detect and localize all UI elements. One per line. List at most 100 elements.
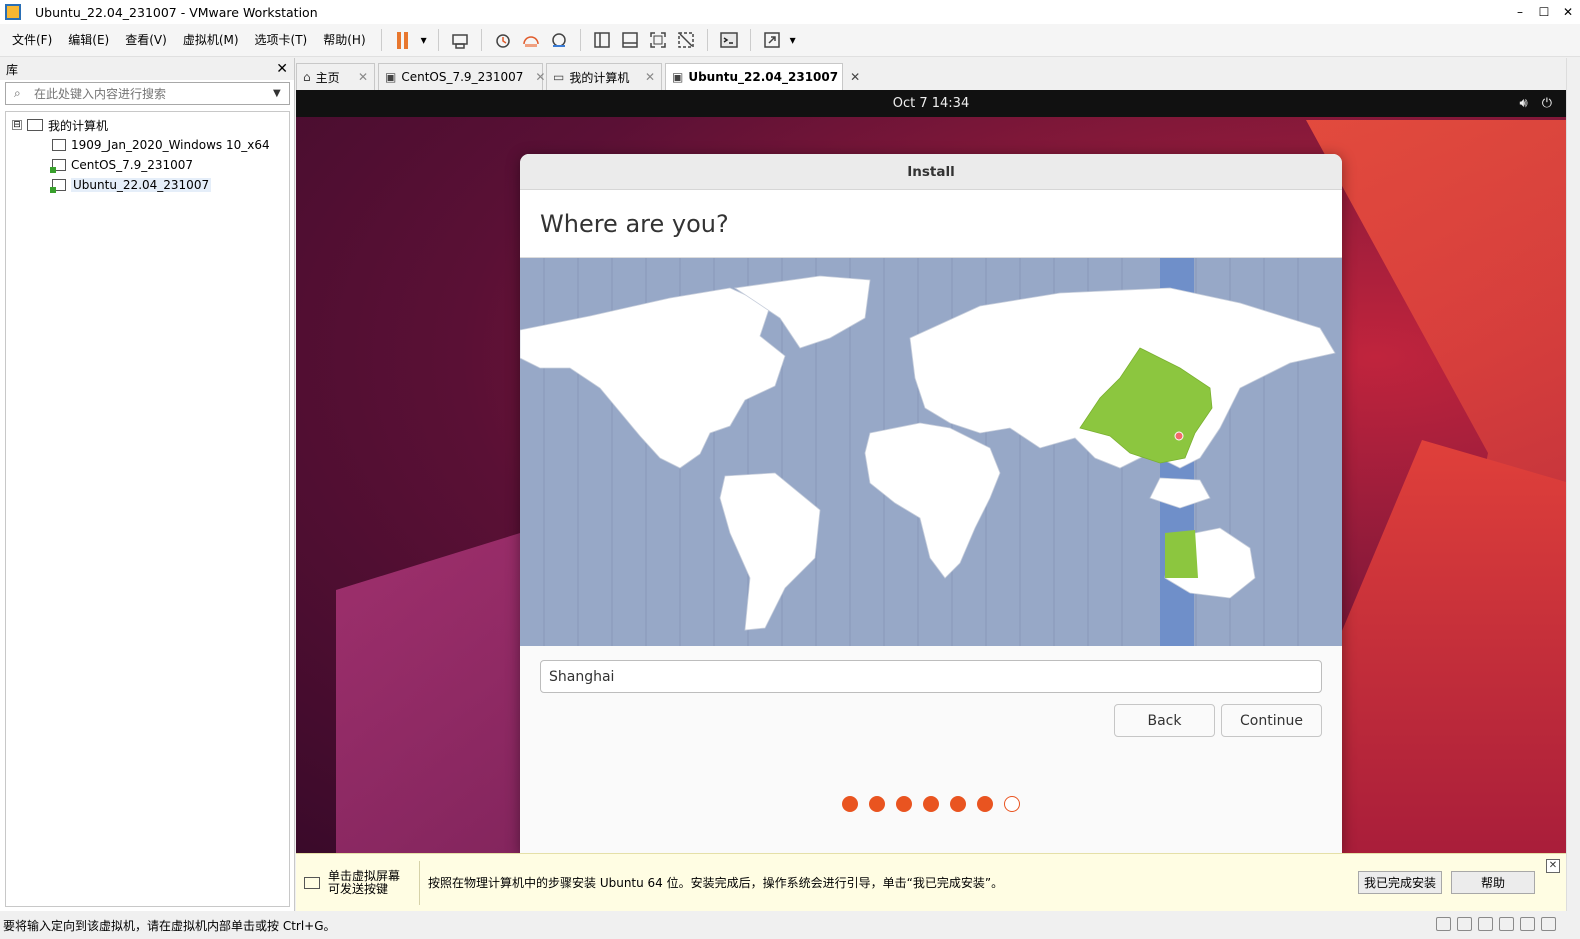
tab-close-icon[interactable]: ✕ [633,70,655,84]
toolbar-separator [706,29,708,51]
tree-item-label: Ubuntu_22.04_231007 [71,178,212,192]
network-adapter-icon[interactable] [1478,917,1493,931]
continue-button[interactable]: Continue [1221,704,1322,737]
snapshot-manager-button[interactable] [545,27,573,53]
tab-bar: ⌂ 主页 ✕ ▣ CentOS_7.9_231007 ✕ ▭ 我的计算机 ✕ ▣… [296,63,860,90]
installation-complete-button[interactable]: 我已完成安装 [1358,871,1442,894]
back-button[interactable]: Back [1114,704,1215,737]
stretch-icon [763,32,780,48]
collapse-icon[interactable]: ⊟ [12,120,22,130]
library-header: 库 ✕ [0,58,294,80]
vm-tree: ⊟ 我的计算机 1909_Jan_2020_Windows 10_x64 Cen… [5,111,290,907]
tab-label: Ubuntu_22.04_231007 [688,70,839,84]
library-title: 库 [6,62,19,77]
tab-ubuntu[interactable]: ▣ Ubuntu_22.04_231007 ✕ [665,63,860,90]
highlighted-timezone-region-australia [1165,530,1198,578]
menu-view[interactable]: 查看(V) [117,24,175,57]
computer-icon [27,119,43,131]
vm-tab-icon: ▣ [385,70,397,84]
tab-home[interactable]: ⌂ 主页 ✕ [296,63,375,90]
show-library-button[interactable] [588,27,616,53]
progress-dot-complete [950,796,966,812]
cd-drive-icon[interactable] [1457,917,1472,931]
gnome-clock[interactable]: Oct 7 14:34 [893,96,969,111]
stretch-dropdown-icon[interactable]: ▾ [786,27,800,53]
message-log-icon[interactable] [1541,917,1556,931]
gnome-top-bar: Oct 7 14:34 🔊︎ ⏻ [296,90,1566,117]
status-bar: 要将输入定向到该虚拟机，请在虚拟机内部单击或按 Ctrl+G。 [0,911,1580,939]
fullscreen-icon [649,32,666,48]
minimize-button[interactable]: – [1508,0,1532,24]
maximize-button[interactable]: ☐ [1532,0,1556,24]
stretch-guest-button[interactable] [758,27,786,53]
pause-button[interactable] [389,27,417,53]
click-to-send-keys[interactable]: 单击虚拟屏幕 可发送按键 [296,860,420,905]
progress-dot-complete [842,796,858,812]
unity-button[interactable] [672,27,700,53]
library-search-input[interactable] [34,86,273,101]
thumbnail-icon [621,32,638,48]
menu-file[interactable]: 文件(F) [0,24,60,57]
vertical-scrollbar[interactable] [1566,58,1580,911]
tree-root-label: 我的计算机 [48,118,109,133]
full-screen-button[interactable] [644,27,672,53]
help-button[interactable]: 帮助 [1451,871,1535,894]
window-controls: – ☐ ✕ [1508,0,1580,24]
sound-card-icon[interactable] [1520,917,1535,931]
search-icon: ⌕ [14,86,21,100]
south-america [719,472,821,631]
search-dropdown-icon[interactable]: ▼ [273,88,289,99]
location-input[interactable] [540,660,1322,693]
tab-close-icon[interactable]: ✕ [838,70,860,84]
tree-item-ubuntu[interactable]: Ubuntu_22.04_231007 [6,175,289,195]
toolbar-separator [749,29,751,51]
progress-dot-complete [977,796,993,812]
keyboard-icon [304,876,320,889]
home-icon: ⌂ [303,70,311,84]
africa [864,422,1001,579]
send-ctrl-alt-del-button[interactable] [446,27,474,53]
menu-toolbar: 文件(F) 编辑(E) 查看(V) 虚拟机(M) 选项卡(T) 帮助(H) ▾ … [0,24,1580,57]
volume-icon[interactable]: 🔊︎ [1520,96,1528,111]
revert-snapshot-button[interactable] [517,27,545,53]
tab-close-icon[interactable]: ✕ [346,70,368,84]
close-window-button[interactable]: ✕ [1556,0,1580,24]
menu-edit[interactable]: 编辑(E) [60,24,117,57]
tab-centos[interactable]: ▣ CentOS_7.9_231007 ✕ [378,63,545,90]
vm-console[interactable]: Oct 7 14:34 🔊︎ ⏻ Install Where are you? [296,90,1566,853]
tree-item-centos[interactable]: CentOS_7.9_231007 [6,155,289,175]
console-view-button[interactable] [715,27,743,53]
device-icons [1436,917,1556,931]
hint-close-button[interactable]: ✕ [1546,859,1560,873]
power-dropdown-icon[interactable]: ▾ [417,27,431,53]
tree-item-windows10[interactable]: 1909_Jan_2020_Windows 10_x64 [6,135,289,155]
hard-disk-icon[interactable] [1436,917,1451,931]
menu-vm[interactable]: 虚拟机(M) [175,24,247,57]
progress-dot-complete [896,796,912,812]
printer-icon[interactable] [1499,917,1514,931]
hint-left-line1: 单击虚拟屏幕 [328,868,401,883]
menu-tabs[interactable]: 选项卡(T) [247,24,316,57]
toolbar-separator [380,29,382,51]
tab-label: 我的计算机 [569,70,630,85]
location-pin-icon [1174,431,1184,441]
menu-help[interactable]: 帮助(H) [315,24,373,57]
hint-left-line2: 可发送按键 [328,881,389,896]
snapshot-icon [495,34,510,48]
snapshot-button[interactable] [489,27,517,53]
library-search[interactable]: ⌕ ▼ [5,82,290,105]
toolbar-separator [480,29,482,51]
tree-root-my-computer[interactable]: ⊟ 我的计算机 [6,115,289,135]
timezone-map[interactable] [520,258,1342,646]
tree-item-label: 1909_Jan_2020_Windows 10_x64 [71,138,270,152]
tab-my-computer[interactable]: ▭ 我的计算机 ✕ [546,63,662,90]
pause-icon-bar [404,31,409,49]
thumbnail-bar-button[interactable] [616,27,644,53]
tab-close-icon[interactable]: ✕ [523,70,545,84]
tree-item-label: CentOS_7.9_231007 [71,158,194,172]
vm-running-icon [50,159,66,173]
power-icon[interactable]: ⏻ [1542,96,1552,111]
north-america [520,287,786,469]
toolbar-separator [579,29,581,51]
library-close-button[interactable]: ✕ [276,61,288,77]
